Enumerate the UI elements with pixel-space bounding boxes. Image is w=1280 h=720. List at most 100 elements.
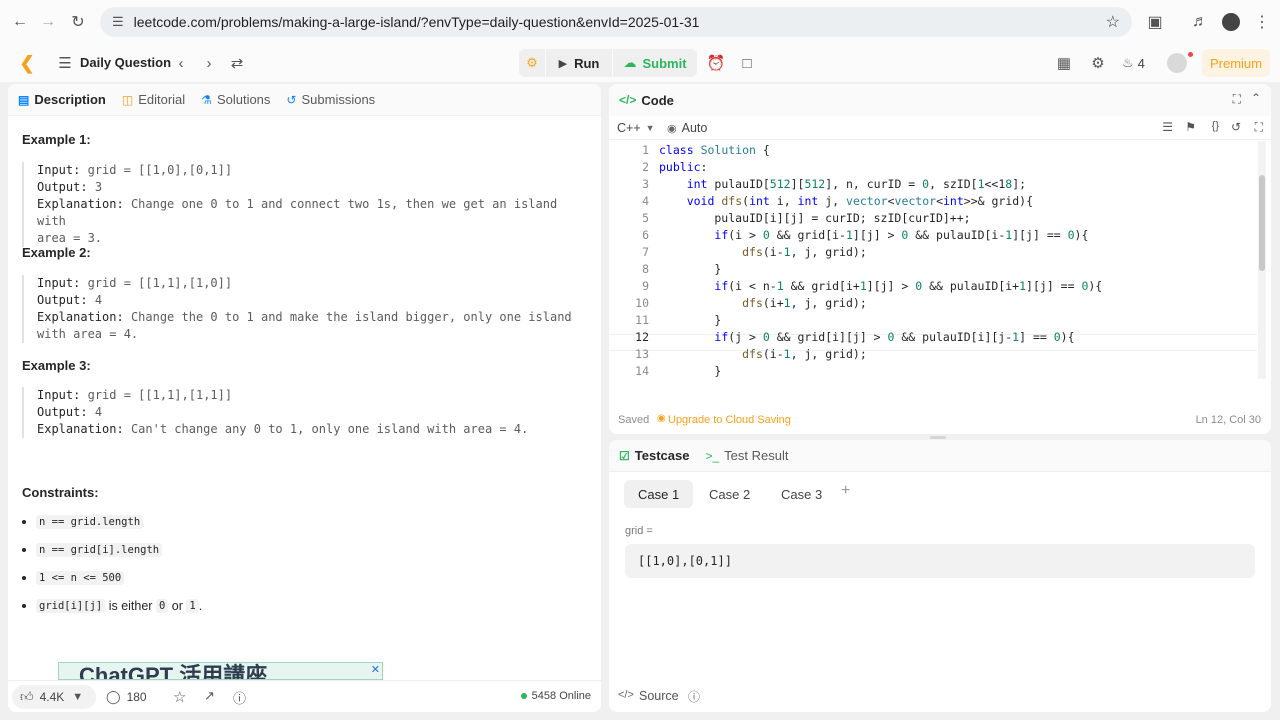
tab-test-result[interactable]: >_ Test Result [705,448,788,463]
add-case-icon[interactable]: + [841,482,850,500]
comment-icon: ◯ [106,689,121,704]
problem-list-icon[interactable]: ☰ [52,50,78,76]
testcase-pane: ☑ Testcase >_ Test Result Case 1 Case 2 Ca… [609,440,1271,712]
code-editor[interactable]: 1 class Solution {2 public: 3 int pulauID[5… [609,141,1271,381]
thumbs-up-icon[interactable]: 👍︎ [20,689,34,705]
code-line[interactable]: dfs(i-1, j, grid); [659,245,867,259]
book-icon: ◫ [121,92,134,107]
mode-auto[interactable]: ◉ Auto [667,121,707,135]
prev-problem-icon[interactable]: ‹ [168,50,194,76]
upgrade-cloud-saving-link[interactable]: Upgrade to Cloud Saving [668,414,791,426]
code-line[interactable]: } [659,262,721,276]
share-icon[interactable]: ↗ [204,688,215,704]
browser-menu-icon[interactable]: ⋮ [1248,8,1276,36]
alarm-clock-icon[interactable]: ⏰ [703,50,729,76]
bullet [22,576,26,580]
code-line[interactable]: dfs(i-1, j, grid); [659,347,867,361]
constraint-item: 1 <= n <= 500 [22,571,125,585]
forward-icon[interactable]: → [34,8,62,36]
premium-button[interactable]: Premium [1202,49,1270,77]
submit-button[interactable]: ☁ Submit [613,49,697,77]
fullscreen-icon[interactable]: ⛶ [1255,120,1263,135]
code-line[interactable]: void dfs(int i, int j, vector<vector<int… [659,194,1033,208]
collapse-icon[interactable]: ⌃ [1251,91,1261,105]
code-brackets-icon: </> [619,93,637,107]
maximize-icon[interactable]: ⛶ [1233,92,1241,107]
source-link[interactable]: Source [639,689,679,703]
notification-dot [1188,52,1193,57]
tab-editorial[interactable]: ◫ Editorial [122,92,185,107]
code-line[interactable]: if(i < n-1 && grid[i+1][j] > 0 && pulauI… [659,279,1102,293]
format-lines-icon[interactable]: ☰ [1162,120,1173,134]
extensions-icon[interactable]: ▣ [1141,8,1169,36]
profile-avatar[interactable] [1222,13,1240,31]
tab-test-result-label: Test Result [724,448,789,463]
code-line[interactable]: dfs(i+1, j, grid); [659,296,867,310]
user-avatar[interactable] [1167,53,1187,73]
input-value: grid = [[1,0],[0,1]] [87,163,233,177]
tab-submissions[interactable]: ↺ Submissions [286,92,375,107]
tab-solutions[interactable]: ⚗ Solutions [201,92,270,107]
leetcode-navbar: ❮ ☰ Daily Question ‹ › ⇄ ⚙ ▶ Run ☁ Submi… [0,44,1280,82]
constraint-text: or [171,599,183,613]
streak-counter[interactable]: ♨ 4 [1122,55,1145,71]
favorite-star-icon[interactable]: ☆ [173,688,186,706]
editor-scrollbar[interactable] [1258,141,1266,379]
flame-icon: ♨ [1122,55,1134,70]
ad-close-icon[interactable]: ✕ [371,663,380,676]
bookmark-icon[interactable]: ⚑ [1185,120,1196,134]
comments-button[interactable]: ◯ 180 [106,689,147,705]
tab-description[interactable]: ▤ Description [18,92,106,107]
tab-testcase-label: Testcase [634,448,690,463]
address-bar[interactable]: ☰ leetcode.com/problems/making-a-large-i… [100,7,1132,37]
site-info-icon[interactable]: ☰ [112,14,124,30]
code-line[interactable]: if(i > 0 && grid[i-1][j] > 0 && pulauID[… [659,228,1088,242]
code-title: Code [641,92,674,108]
daily-question-label[interactable]: Daily Question [80,55,171,70]
settings-gear-icon[interactable]: ⚙ [1085,50,1111,76]
param-input[interactable]: [[1,0],[0,1]] [625,544,1255,578]
url-text: leetcode.com/problems/making-a-large-isl… [133,14,700,30]
case-3-tab[interactable]: Case 3 [767,480,836,508]
language-select[interactable]: C++ ▼ [617,121,655,135]
bullet [22,548,26,552]
next-problem-icon[interactable]: › [196,50,222,76]
ad-text: ChatGPT 活用講座 [79,663,268,680]
code-line[interactable]: } [659,364,721,378]
code-line[interactable]: class Solution { [659,143,770,157]
reload-icon[interactable]: ↻ [64,8,92,36]
source-help-icon[interactable]: ⓘ [688,688,700,705]
code-line[interactable]: } [659,313,721,327]
shuffle-icon[interactable]: ⇄ [224,50,250,76]
case-2-tab[interactable]: Case 2 [695,480,764,508]
code-line[interactable]: int pulauID[512][512], n, curID = 0, szI… [659,177,1026,191]
debug-icon[interactable]: ⚙ [519,49,545,77]
notes-icon[interactable]: □ [734,50,760,76]
line-number: 13 [635,347,649,361]
thumbs-down-icon[interactable]: ▼ [72,691,83,703]
line-number: 3 [642,177,649,191]
leetcode-logo-icon[interactable]: ❮ [14,50,40,76]
help-icon[interactable]: ⓘ [233,688,246,707]
tab-testcase[interactable]: ☑ Testcase [619,448,689,463]
example-2-title: Example 2: [22,245,91,260]
ad-banner[interactable]: ChatGPT 活用講座 ✕ [58,662,383,680]
curly-braces-icon[interactable]: {} [1212,120,1219,132]
cursor-position: Ln 12, Col 30 [1195,414,1261,426]
back-icon[interactable]: ← [6,8,34,36]
case-1-tab[interactable]: Case 1 [624,480,694,508]
tab-code[interactable]: </> Code [619,93,674,108]
constraint-text: . [198,599,203,613]
scrollbar-thumb[interactable] [1259,175,1265,271]
bookmark-star-icon[interactable]: ☆ [1106,12,1120,32]
constraint-code: 1 <= n <= 500 [36,571,125,585]
code-line[interactable]: public: [659,160,707,174]
pane-resize-handle[interactable] [930,436,946,439]
streak-count: 4 [1137,55,1145,71]
code-line[interactable]: if(j > 0 && grid[i][j] > 0 && pulauID[i]… [659,330,1074,344]
code-line[interactable]: pulauID[i][j] = curID; szID[curID]++; [659,211,970,225]
run-button[interactable]: ▶ Run [546,49,612,77]
media-control-icon[interactable]: ♬ [1186,8,1214,36]
layout-grid-icon[interactable]: ▦ [1051,50,1077,76]
reset-icon[interactable]: ↺ [1231,120,1241,134]
